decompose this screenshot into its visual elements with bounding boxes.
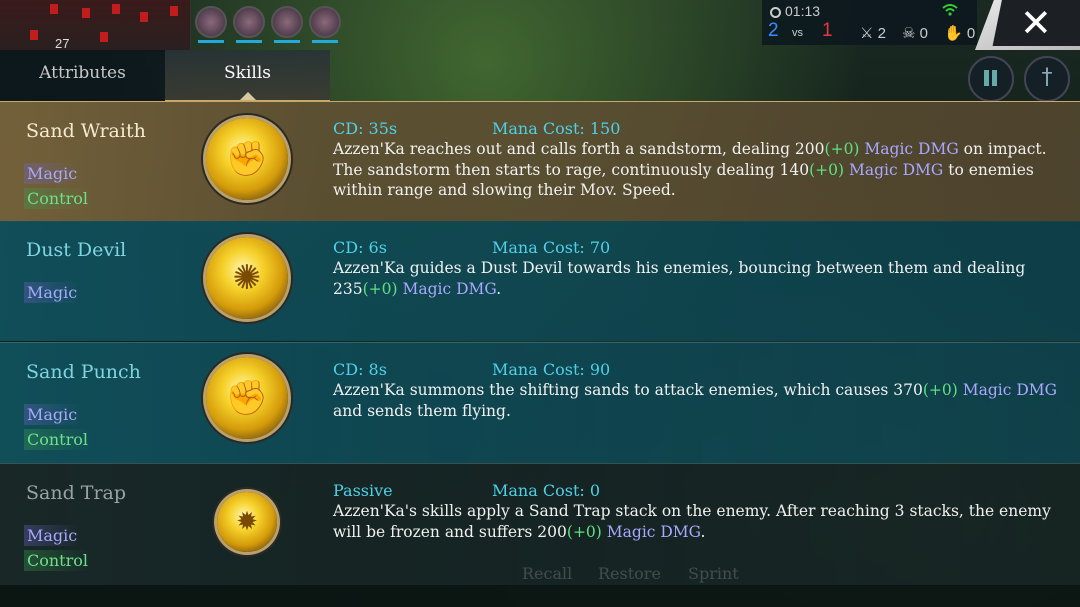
avatar	[309, 6, 341, 38]
tag-magic: Magic	[24, 282, 81, 303]
skill-name: Dust Devil	[26, 239, 127, 261]
skill-description: Azzen'Ka reaches out and calls forth a s…	[333, 140, 1047, 199]
vs-label: vs	[792, 27, 803, 39]
skill-name: Sand Punch	[26, 361, 141, 383]
skill-mana-cost: Mana Cost: 150	[492, 119, 621, 138]
avatar	[195, 6, 227, 38]
tag-magic: Magic	[24, 525, 81, 546]
tag-magic: Magic	[24, 163, 81, 184]
bottom-strip	[0, 585, 1080, 607]
assists-value: 0	[966, 25, 976, 42]
skill-row-dust-devil[interactable]: Dust Devil Magic ✺ CD: 6s Mana Cost: 70 …	[0, 221, 1080, 341]
skill-description: Azzen'Ka's skills apply a Sand Trap stac…	[333, 502, 1051, 541]
tag-control: Control	[24, 550, 92, 571]
avatar	[271, 6, 303, 38]
active-tab-indicator	[240, 92, 256, 100]
wifi-icon	[942, 4, 958, 16]
whirlwind-icon: ✺	[206, 237, 288, 319]
tag-control: Control	[24, 188, 92, 209]
tab-attributes[interactable]: Attributes	[0, 50, 165, 102]
skill-mana-cost: Mana Cost: 0	[492, 481, 601, 500]
match-timer: 01:13	[770, 3, 820, 19]
detail-tabs: Attributes Skills	[0, 50, 330, 102]
restore-label: Restore	[598, 564, 661, 583]
punch-icon: ✊	[206, 357, 288, 439]
skill-name: Sand Wraith	[26, 120, 146, 142]
sand-vortex-icon: ✹	[217, 492, 277, 552]
tag-control: Control	[24, 429, 92, 450]
clock-icon	[770, 7, 781, 18]
pause-button[interactable]	[968, 56, 1014, 102]
skill-cooldown: CD: 8s	[333, 360, 387, 379]
skill-cooldown: CD: 35s	[333, 119, 398, 138]
close-icon[interactable]: ✕	[1020, 3, 1052, 43]
avatar	[233, 6, 265, 38]
team-hero-avatars	[195, 6, 341, 43]
red-team-score: 1	[822, 20, 833, 41]
fist-icon: ✊	[206, 118, 288, 200]
hero-level: 27	[55, 36, 70, 51]
skill-description: Azzen'Ka summons the shifting sands to a…	[333, 381, 1058, 420]
skill-passive-label: Passive	[333, 481, 393, 500]
minimap[interactable]: 27	[0, 0, 191, 52]
skill-description: Azzen'Ka guides a Dust Devil towards his…	[333, 259, 1026, 298]
skill-cooldown: CD: 6s	[333, 238, 387, 257]
tag-magic: Magic	[24, 404, 81, 425]
sprint-label: Sprint	[688, 564, 739, 583]
deaths-stat: ☠ 0	[902, 24, 928, 42]
kills-value: 2	[877, 25, 886, 42]
skills-list: Sand Wraith Magic Control ✊ CD: 35s Mana…	[0, 101, 1080, 586]
blue-team-score: 2	[768, 20, 779, 41]
score-panel: 01:13 2 vs 1 ⚔ 2 ☠ 0 ✋ 0	[762, 0, 977, 45]
kills-stat: ⚔ 2	[860, 24, 886, 42]
skill-mana-cost: Mana Cost: 90	[492, 360, 611, 379]
skill-row-sand-wraith[interactable]: Sand Wraith Magic Control ✊ CD: 35s Mana…	[0, 101, 1080, 222]
assists-stat: ✋ 0	[944, 24, 975, 42]
sword-icon[interactable]: †	[1024, 56, 1070, 102]
skull-icon: ☠	[902, 25, 916, 42]
hand-icon: ✋	[944, 25, 963, 42]
timer-text: 01:13	[785, 3, 821, 19]
deaths-value: 0	[919, 25, 928, 42]
skill-row-sand-punch[interactable]: Sand Punch Magic Control ✊ CD: 8s Mana C…	[0, 342, 1080, 463]
top-hud: 27 01:13 2 vs 1 ⚔ 2 ☠ 0 ✋ 0 ✕	[0, 0, 1080, 52]
recall-label: Recall	[522, 564, 573, 583]
crossed-swords-icon: ⚔	[860, 25, 874, 42]
skill-name: Sand Trap	[26, 482, 127, 504]
skill-mana-cost: Mana Cost: 70	[492, 238, 611, 257]
